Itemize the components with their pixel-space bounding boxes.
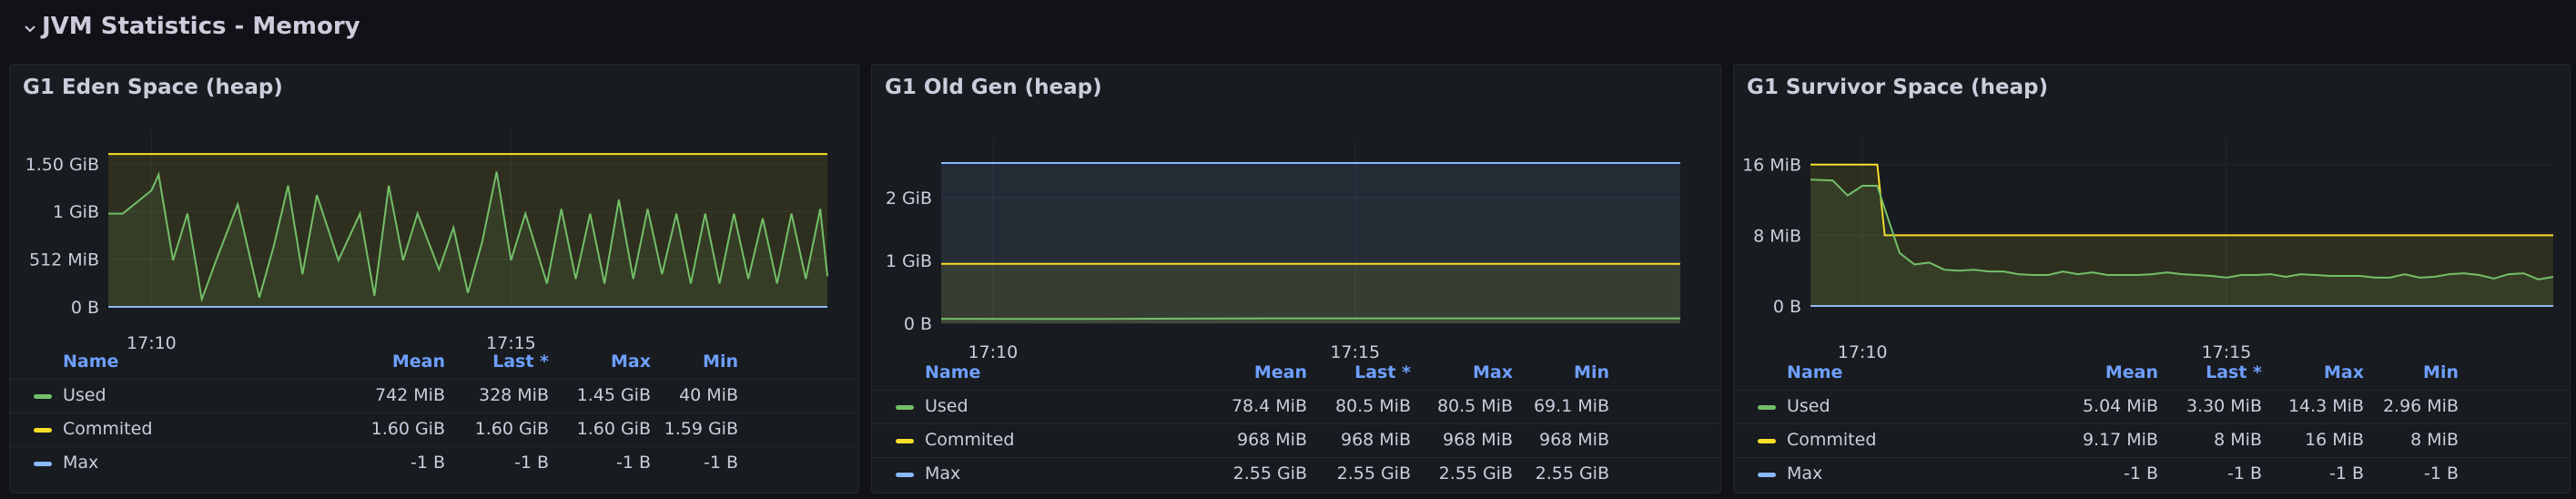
legend-mean-value: 1.60 GiB — [370, 419, 445, 439]
legend-row-commited[interactable]: Commited 9.17 MiB 8 MiB 16 MiB 8 MiB — [1734, 423, 2570, 457]
legend-col-max[interactable]: Max — [2255, 362, 2364, 382]
legend-col-mean[interactable]: Mean — [336, 351, 445, 372]
legend-row-used[interactable]: Used 78.4 MiB 80.5 MiB 80.5 MiB 69.1 MiB — [872, 390, 1720, 423]
legend-col-mean[interactable]: Mean — [1198, 362, 1307, 382]
legend-max-value: -1 B — [2328, 463, 2364, 484]
legend-max-value: 14.3 MiB — [2287, 396, 2364, 416]
legend-mean-value: -1 B — [410, 453, 445, 473]
y-tick-label: 8 MiB — [1753, 226, 1801, 246]
legend-col-name[interactable]: Name — [63, 351, 118, 372]
chevron-down-icon[interactable] — [22, 20, 38, 36]
legend-last-value: 3.30 MiB — [2186, 396, 2262, 416]
y-tick-label: 2 GiB — [886, 188, 932, 209]
legend-row-max[interactable]: Max -1 B -1 B -1 B -1 B — [1734, 457, 2570, 491]
row-header[interactable]: JVM Statistics - Memory — [0, 0, 2576, 58]
legend-col-min[interactable]: Min — [2349, 362, 2459, 382]
legend-swatch — [1758, 405, 1776, 410]
x-tick-label: 17:15 — [1330, 342, 1380, 362]
legend-last-value: 328 MiB — [478, 385, 549, 405]
series-line-commited[interactable] — [1810, 163, 2553, 237]
legend-name: Used — [63, 385, 106, 405]
legend-min-value: 1.59 GiB — [664, 419, 738, 439]
legend-col-mean[interactable]: Mean — [2049, 362, 2158, 382]
panel-old-gen[interactable]: G1 Old Gen (heap) 17:10 17:15 0 B1 GiB 2 Gi… — [871, 64, 1721, 494]
legend-col-last[interactable]: Last * — [2153, 362, 2262, 382]
legend-max-value: 80.5 MiB — [1436, 396, 1513, 416]
panel-eden-space[interactable]: G1 Eden Space (heap) 17:10 17:15 0 B 512 Mi… — [9, 64, 859, 494]
legend-swatch — [34, 428, 52, 433]
legend-mean-value: 968 MiB — [1236, 430, 1307, 450]
legend-col-min[interactable]: Min — [629, 351, 738, 372]
legend-row-max[interactable]: Max -1 B -1 B -1 B -1 B — [10, 446, 858, 480]
legend-name: Max — [1787, 463, 1823, 484]
legend-min-value: 2.55 GiB — [1535, 463, 1609, 484]
x-tick-label: 17:10 — [968, 342, 1018, 362]
legend-min-value: 69.1 MiB — [1533, 396, 1609, 416]
legend-mean-value: 2.55 GiB — [1232, 463, 1307, 484]
legend-swatch — [34, 462, 52, 466]
y-tick-label: 1 GiB — [53, 202, 99, 222]
legend-swatch — [896, 473, 914, 477]
legend-name: Used — [925, 396, 969, 416]
legend-swatch — [896, 405, 914, 410]
legend-min-value: -1 B — [703, 453, 738, 473]
legend-col-name[interactable]: Name — [925, 362, 980, 382]
legend-name: Commited — [925, 430, 1015, 450]
legend-name: Commited — [1787, 430, 1877, 450]
legend-last-value: 80.5 MiB — [1334, 396, 1411, 416]
legend-mean-value: 9.17 MiB — [2082, 430, 2158, 450]
legend-swatch — [1758, 473, 1776, 477]
y-tick-label: 0 B — [1773, 297, 1801, 317]
y-tick-label: 512 MiB — [29, 250, 99, 270]
legend-last-value: -1 B — [2226, 463, 2262, 484]
legend-last-value: 1.60 GiB — [474, 419, 549, 439]
legend-min-value: -1 B — [2423, 463, 2459, 484]
x-tick-label: 17:10 — [1838, 342, 1888, 362]
series-area-commited — [941, 263, 1680, 323]
legend-swatch — [896, 439, 914, 443]
legend-name: Max — [63, 453, 99, 473]
y-tick-label: 0 B — [904, 314, 932, 334]
legend-col-last[interactable]: Last * — [440, 351, 549, 372]
legend-last-value: -1 B — [513, 453, 549, 473]
legend-row-commited[interactable]: Commited 968 MiB 968 MiB 968 MiB 968 MiB — [872, 423, 1720, 457]
legend-swatch — [1758, 439, 1776, 443]
legend-last-value: 968 MiB — [1340, 430, 1411, 450]
x-tick-label: 17:15 — [486, 333, 536, 353]
legend-row-commited[interactable]: Commited 1.60 GiB 1.60 GiB 1.60 GiB 1.59 GiB — [10, 412, 858, 446]
legend-swatch — [34, 394, 52, 399]
x-tick-label: 17:15 — [2202, 342, 2252, 362]
x-tick-label: 17:10 — [127, 333, 177, 353]
legend-max-value: 2.55 GiB — [1438, 463, 1513, 484]
legend-row-used[interactable]: Used 5.04 MiB 3.30 MiB 14.3 MiB 2.96 MiB — [1734, 390, 2570, 423]
legend-min-value: 40 MiB — [679, 385, 738, 405]
legend-col-min[interactable]: Min — [1500, 362, 1609, 382]
legend-row-used[interactable]: Used 742 MiB 328 MiB 1.45 GiB 40 MiB — [10, 379, 858, 412]
legend-mean-value: 78.4 MiB — [1231, 396, 1307, 416]
legend-col-max[interactable]: Max — [1404, 362, 1513, 382]
legend-col-name[interactable]: Name — [1787, 362, 1842, 382]
panel-survivor-space[interactable]: G1 Survivor Space (heap) 17:10 17:15 0 B8 … — [1733, 64, 2571, 494]
legend-min-value: 8 MiB — [2410, 430, 2459, 450]
legend-last-value: 2.55 GiB — [1336, 463, 1411, 484]
row-title: JVM Statistics - Memory — [42, 13, 360, 40]
y-tick-label: 0 B — [71, 298, 99, 318]
legend-name: Max — [925, 463, 961, 484]
y-tick-label: 1.50 GiB — [25, 155, 99, 175]
legend-max-value: 968 MiB — [1442, 430, 1513, 450]
legend-mean-value: 742 MiB — [374, 385, 445, 405]
legend-row-max[interactable]: Max 2.55 GiB 2.55 GiB 2.55 GiB 2.55 GiB — [872, 457, 1720, 491]
legend-last-value: 8 MiB — [2214, 430, 2262, 450]
legend-min-value: 968 MiB — [1538, 430, 1609, 450]
legend-col-last[interactable]: Last * — [1302, 362, 1411, 382]
legend-name: Used — [1787, 396, 1831, 416]
series-line-used[interactable] — [940, 317, 1680, 321]
y-tick-label: 1 GiB — [886, 251, 932, 271]
legend-mean-value: 5.04 MiB — [2082, 396, 2158, 416]
y-tick-label: 16 MiB — [1742, 156, 1801, 176]
legend-mean-value: -1 B — [2123, 463, 2158, 484]
legend-name: Commited — [63, 419, 153, 439]
legend-max-value: 16 MiB — [2305, 430, 2364, 450]
legend-min-value: 2.96 MiB — [2382, 396, 2459, 416]
